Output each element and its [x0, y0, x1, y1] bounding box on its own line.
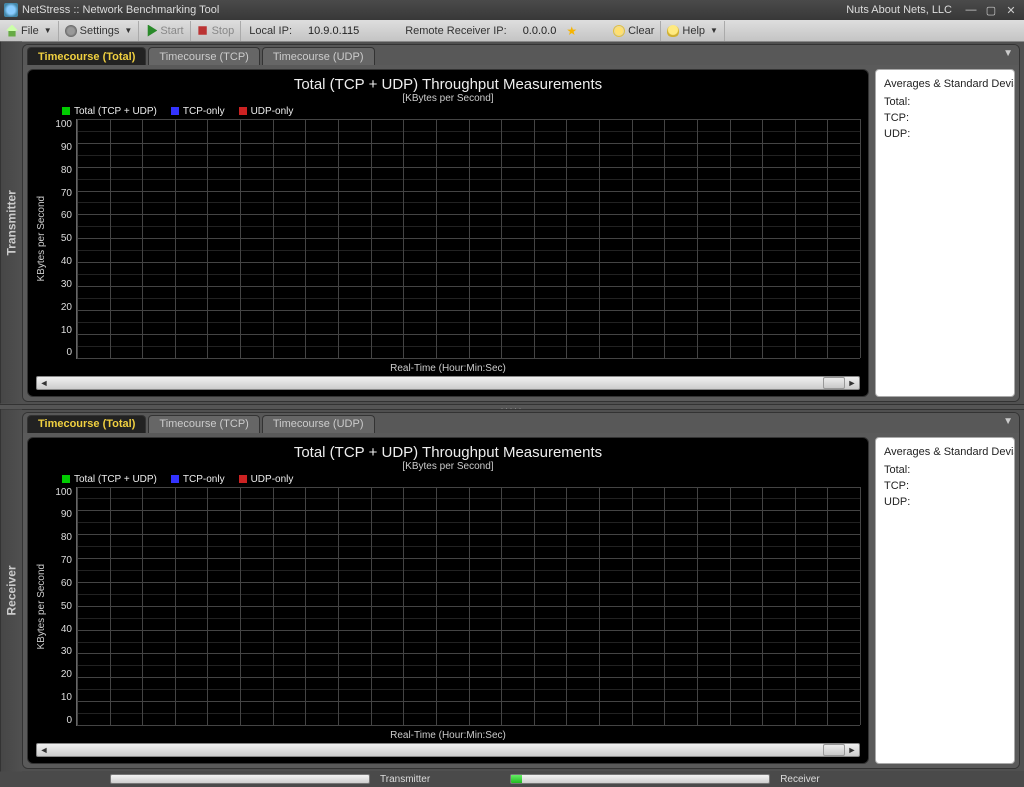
- tx-meter: [110, 774, 370, 784]
- tx-stats-panel: Averages & Standard Deviations Total: TC…: [875, 69, 1015, 397]
- tab-timecourse-udp[interactable]: Timecourse (UDP): [262, 47, 375, 65]
- stats-total: Total:: [884, 96, 1006, 108]
- stats-udp: UDP:: [884, 128, 1006, 140]
- maximize-button[interactable]: ▢: [982, 3, 1000, 17]
- stats-header: Averages & Standard Deviations: [884, 78, 1006, 90]
- y-axis-label: KBytes per Second: [36, 119, 48, 359]
- status-bar: Transmitter Receiver: [0, 771, 1024, 787]
- stop-icon: [197, 25, 209, 37]
- chart-title: Total (TCP + UDP) Throughput Measurement…: [36, 76, 860, 93]
- legend-swatch-total: [62, 475, 70, 483]
- transmitter-tab[interactable]: Transmitter: [0, 42, 22, 404]
- tab-timecourse-tcp[interactable]: Timecourse (TCP): [148, 415, 259, 433]
- scroll-thumb[interactable]: [823, 377, 845, 389]
- rx-chart: Total (TCP + UDP) Throughput Measurement…: [27, 437, 869, 765]
- stats-tcp: TCP:: [884, 480, 1006, 492]
- transmitter-panel: Timecourse (Total) Timecourse (TCP) Time…: [22, 44, 1020, 402]
- remote-ip-label: Remote Receiver IP:: [397, 25, 514, 37]
- y-axis-label: KBytes per Second: [36, 487, 48, 727]
- scroll-left-icon[interactable]: ◄: [37, 378, 51, 388]
- tx-tabs: Timecourse (Total) Timecourse (TCP) Time…: [23, 45, 1019, 65]
- remote-ip[interactable]: 0.0.0.0: [515, 25, 565, 37]
- tab-timecourse-total[interactable]: Timecourse (Total): [27, 415, 146, 433]
- receiver-tab[interactable]: Receiver: [0, 410, 22, 772]
- panel-menu-icon[interactable]: ▼: [1003, 48, 1013, 59]
- chart-title: Total (TCP + UDP) Throughput Measurement…: [36, 444, 860, 461]
- y-axis: 1009080706050403020100: [48, 119, 76, 359]
- legend-swatch-udp: [239, 107, 247, 115]
- x-axis-label: Real-Time (Hour:Min:Sec): [36, 730, 860, 741]
- chart-subtitle: [KBytes per Second]: [36, 461, 860, 472]
- home-icon: [6, 25, 18, 37]
- local-ip-label: Local IP:: [241, 25, 300, 37]
- legend-swatch-tcp: [171, 107, 179, 115]
- settings-menu[interactable]: Settings▼: [59, 21, 140, 41]
- chart-legend: Total (TCP + UDP) TCP-only UDP-only: [36, 106, 860, 117]
- plot-grid: [76, 119, 860, 359]
- clear-button[interactable]: Clear: [607, 21, 661, 41]
- toolbar: File▼ Settings▼ Start Stop Local IP: 10.…: [0, 20, 1024, 42]
- receiver-panel: Timecourse (Total) Timecourse (TCP) Time…: [22, 412, 1020, 770]
- rx-tabs: Timecourse (Total) Timecourse (TCP) Time…: [23, 413, 1019, 433]
- chart-legend: Total (TCP + UDP) TCP-only UDP-only: [36, 474, 860, 485]
- chart-scrollbar[interactable]: ◄ ►: [36, 743, 860, 757]
- y-axis: 1009080706050403020100: [48, 487, 76, 727]
- minimize-button[interactable]: —: [962, 3, 980, 17]
- panel-menu-icon[interactable]: ▼: [1003, 416, 1013, 427]
- titlebar: NetStress :: Network Benchmarking Tool N…: [0, 0, 1024, 20]
- scroll-right-icon[interactable]: ►: [845, 378, 859, 388]
- window-title: NetStress :: Network Benchmarking Tool: [22, 4, 219, 16]
- tab-timecourse-tcp[interactable]: Timecourse (TCP): [148, 47, 259, 65]
- scroll-left-icon[interactable]: ◄: [37, 745, 51, 755]
- legend-swatch-total: [62, 107, 70, 115]
- splitter[interactable]: [0, 404, 1024, 410]
- scroll-right-icon[interactable]: ►: [845, 745, 859, 755]
- start-button[interactable]: Start: [139, 21, 190, 41]
- status-tx-label: Transmitter: [380, 774, 430, 785]
- local-ip: 10.9.0.115: [300, 25, 367, 37]
- rx-meter: [510, 774, 770, 784]
- status-rx-label: Receiver: [780, 774, 819, 785]
- app-icon: [4, 3, 18, 17]
- chart-subtitle: [KBytes per Second]: [36, 93, 860, 104]
- company-label: Nuts About Nets, LLC: [846, 4, 952, 16]
- sun-icon: [613, 25, 625, 37]
- legend-swatch-tcp: [171, 475, 179, 483]
- legend-swatch-udp: [239, 475, 247, 483]
- help-menu[interactable]: Help▼: [661, 21, 725, 41]
- plot-grid: [76, 487, 860, 727]
- stats-total: Total:: [884, 464, 1006, 476]
- stats-udp: UDP:: [884, 496, 1006, 508]
- stats-header: Averages & Standard Deviations: [884, 446, 1006, 458]
- tx-chart: Total (TCP + UDP) Throughput Measurement…: [27, 69, 869, 397]
- x-axis-label: Real-Time (Hour:Min:Sec): [36, 363, 860, 374]
- bulb-icon: [667, 25, 679, 37]
- stop-button[interactable]: Stop: [191, 21, 242, 41]
- gear-icon: [65, 25, 77, 37]
- stats-tcp: TCP:: [884, 112, 1006, 124]
- rx-stats-panel: Averages & Standard Deviations Total: TC…: [875, 437, 1015, 765]
- star-icon[interactable]: ★: [566, 24, 577, 38]
- tab-timecourse-total[interactable]: Timecourse (Total): [27, 47, 146, 65]
- close-button[interactable]: ✕: [1002, 3, 1020, 17]
- file-menu[interactable]: File▼: [0, 21, 59, 41]
- scroll-thumb[interactable]: [823, 744, 845, 756]
- chart-scrollbar[interactable]: ◄ ►: [36, 376, 860, 390]
- play-icon: [145, 25, 157, 37]
- tab-timecourse-udp[interactable]: Timecourse (UDP): [262, 415, 375, 433]
